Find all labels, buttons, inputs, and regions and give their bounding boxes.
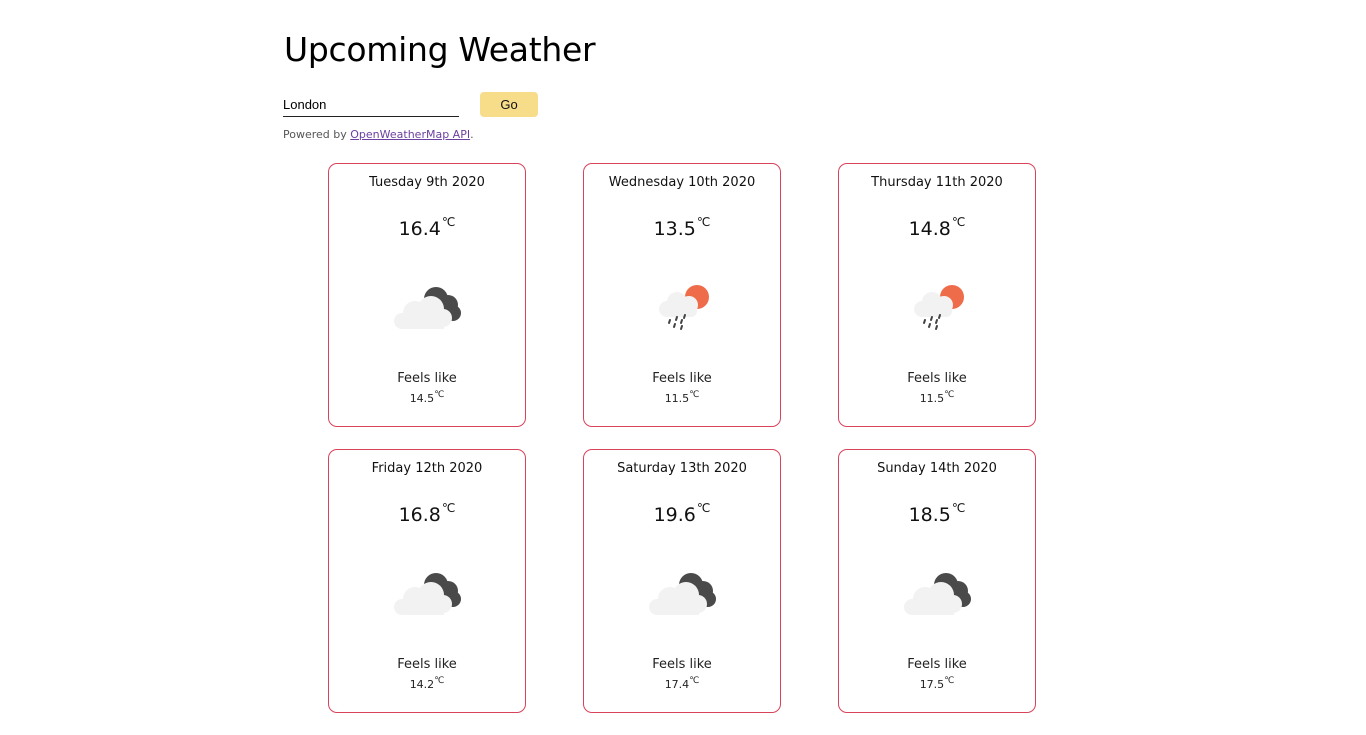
feels-like-value: 14.5℃ [409,390,445,405]
forecast-date: Sunday 14th 2020 [877,461,997,476]
openweathermap-link[interactable]: OpenWeatherMap API [350,128,470,141]
forecast-card: Saturday 13th 2020 19.6℃ Feels like 17.4… [583,449,781,713]
forecast-date: Tuesday 9th 2020 [369,175,485,190]
rain-sun-icon [914,285,964,330]
forecast-temp: 18.5℃ [908,501,966,526]
unit-celsius: ℃ [441,215,456,229]
feels-like-value: 17.5℃ [919,676,955,691]
unit-celsius: ℃ [689,676,700,686]
unit-celsius: ℃ [434,676,445,686]
powered-by-prefix: Powered by [283,128,351,141]
feels-like-value: 11.5℃ [664,390,700,405]
unit-celsius: ℃ [944,676,955,686]
forecast-date: Wednesday 10th 2020 [608,175,756,190]
cloudy-icon [649,573,716,615]
feels-like-label: Feels like [907,371,967,386]
powered-by-note: Powered by OpenWeatherMap API. [283,128,474,141]
forecast-temp: 19.6℃ [653,501,711,526]
unit-celsius: ℃ [944,390,955,400]
unit-celsius: ℃ [696,501,711,515]
feels-like-label: Feels like [397,371,457,386]
forecast-temp: 13.5℃ [653,215,711,240]
forecast-card: Sunday 14th 2020 18.5℃ Feels like 17.5℃ [838,449,1036,713]
feels-like-value: 17.4℃ [664,676,700,691]
forecast-date: Thursday 11th 2020 [871,175,1003,190]
feels-like-label: Feels like [652,371,712,386]
feels-like-value: 11.5℃ [919,390,955,405]
forecast-card: Friday 12th 2020 16.8℃ Feels like 14.2℃ [328,449,526,713]
unit-celsius: ℃ [434,390,445,400]
forecast-temp: 16.8℃ [398,501,456,526]
feels-like-label: Feels like [397,657,457,672]
forecast-temp: 16.4℃ [398,215,456,240]
forecast-card: Thursday 11th 2020 14.8℃ Feels like 11.5… [838,163,1036,427]
powered-by-suffix: . [470,128,474,141]
page-title: Upcoming Weather [284,30,596,69]
cloudy-icon [394,573,461,615]
rain-sun-icon [659,285,709,330]
feels-like-value: 14.2℃ [409,676,445,691]
forecast-card: Tuesday 9th 2020 16.4℃ Feels like 14.5℃ [328,163,526,427]
unit-celsius: ℃ [696,215,711,229]
forecast-date: Saturday 13th 2020 [617,461,747,476]
unit-celsius: ℃ [689,390,700,400]
forecast-temp: 14.8℃ [908,215,966,240]
forecast-card: Wednesday 10th 2020 13.5℃ Feels like 11.… [583,163,781,427]
forecast-date: Friday 12th 2020 [371,461,483,476]
unit-celsius: ℃ [951,215,966,229]
unit-celsius: ℃ [951,501,966,515]
cloudy-icon [904,573,971,615]
feels-like-label: Feels like [907,657,967,672]
unit-celsius: ℃ [441,501,456,515]
feels-like-label: Feels like [652,657,712,672]
go-button[interactable]: Go [480,92,538,117]
city-input[interactable] [283,92,459,117]
cloudy-icon [394,287,461,329]
